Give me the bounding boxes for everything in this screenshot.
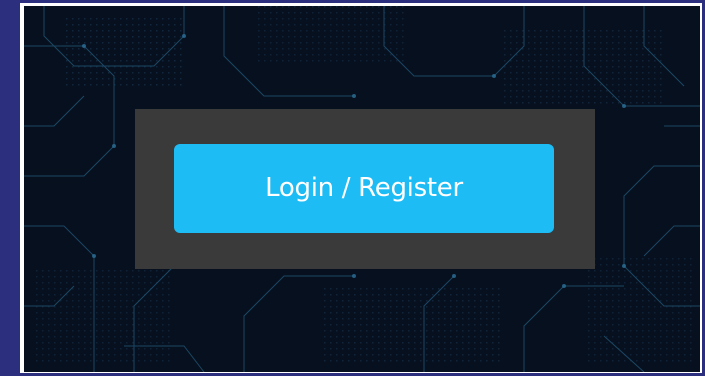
- outer-frame: Login / Register: [0, 0, 705, 376]
- login-register-button[interactable]: Login / Register: [174, 144, 554, 233]
